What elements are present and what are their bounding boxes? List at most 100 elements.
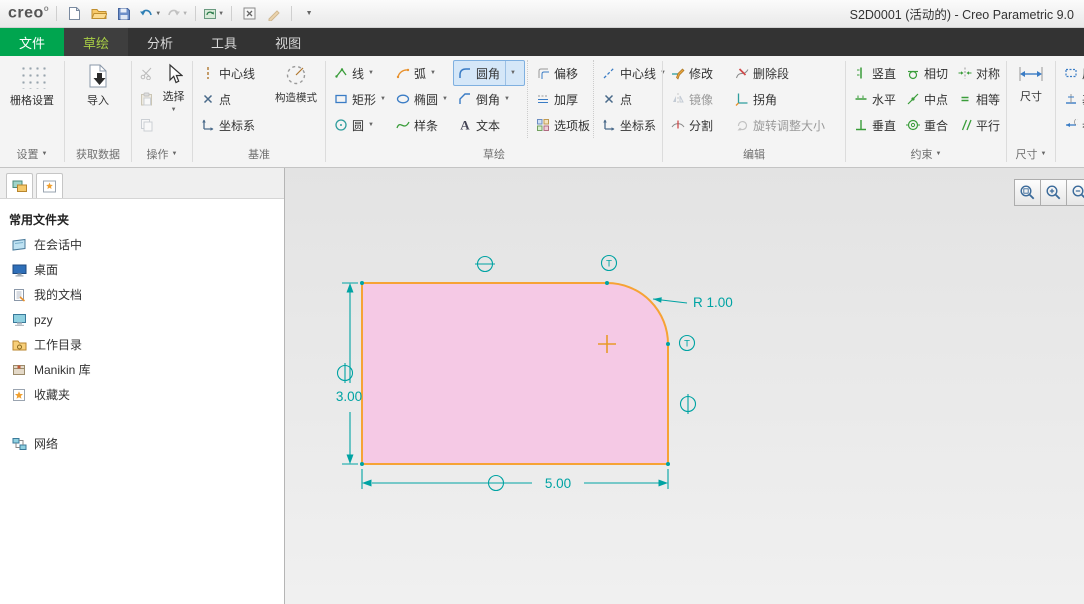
import-button[interactable]: 导入 [70,60,126,108]
chevron-down-icon: ▼ [41,151,48,157]
constraint-midpoint-button[interactable]: 中点 [901,86,953,112]
datum-point-button[interactable]: 点 [196,86,270,112]
redo-button[interactable]: ▼ [166,4,188,24]
reference-dimension-button[interactable]: ( )参 [1059,112,1084,138]
constraint-perpendicular-button[interactable]: 垂直 [849,112,901,138]
group-label-constrain[interactable]: 约束 ▼ [846,141,1006,167]
working-directory-icon [11,338,27,352]
cut-button[interactable] [135,60,158,86]
copy-button[interactable] [135,112,158,138]
text-button[interactable]: A 文本 [453,112,525,138]
clipboard-icon [141,92,153,106]
open-icon [91,9,108,19]
baseline-dimension-button[interactable]: 基 [1059,86,1084,112]
constraint-tangent-button[interactable]: 相切 [901,60,953,86]
rectangle-button[interactable]: 矩形 ▼ [329,86,391,112]
rotate-resize-button[interactable]: 旋转调整大小 [730,112,840,138]
construction-mode-button[interactable]: 构造模式 [270,60,322,105]
select-button[interactable]: 选择 ▼ [158,60,189,113]
tab-folder-browser[interactable] [36,173,63,198]
constraint-horizontal-button[interactable]: 水平 [849,86,901,112]
undo-button[interactable]: ▼ [139,4,161,24]
offset-button[interactable]: 偏移 [531,60,591,86]
perimeter-icon [1065,68,1077,78]
constraint-parallel-button[interactable]: 平行 [953,112,1005,138]
group-label-operations[interactable]: 操作 ▼ [132,141,192,167]
height-dimension[interactable]: 3.00 [336,282,362,465]
folder-item-desktop[interactable]: 桌面 [0,257,284,282]
parallel-constraint-icon [961,119,972,131]
zoom-box-icon [1020,185,1035,200]
sketch-shape[interactable] [361,282,669,465]
datum-csys-button[interactable]: 坐标系 [196,112,270,138]
group-label-datum: 基准 [248,149,270,161]
mirror-icon [673,93,684,105]
mirror-button[interactable]: 镜像 [666,86,730,112]
grid-settings-button[interactable]: 栅格设置 [4,60,60,108]
folder-item-manikin-library[interactable]: Manikin 库 [0,357,284,382]
folder-item-network[interactable]: 网络 [0,431,284,456]
tab-view[interactable]: 视图 [256,28,320,56]
line-button[interactable]: 线 ▼ [329,60,391,86]
navigator-panel: 常用文件夹 在会话中 桌面 我的文档 pzy 工作目录 Manikin 库 收藏… [0,168,285,604]
zoom-box-button[interactable] [1014,179,1041,206]
tab-model-tree[interactable] [6,173,33,198]
save-icon [118,7,131,20]
group-label-settings[interactable]: 设置 ▼ [0,141,64,167]
circle-button[interactable]: 圆 ▼ [329,112,391,138]
tab-file[interactable]: 文件 [0,28,65,56]
model-display-button[interactable] [264,4,284,24]
toolbar-options-button[interactable]: ▼ [299,4,319,24]
point-icon [604,94,614,104]
new-file-button[interactable] [64,4,84,24]
constraint-coincident-button[interactable]: 重合 [901,112,953,138]
fillet-dropdown[interactable]: ▼ [504,61,516,85]
width-dimension[interactable]: 5.00 [361,469,669,491]
folder-item-in-session[interactable]: 在会话中 [0,232,284,257]
tab-analysis[interactable]: 分析 [128,28,192,56]
chevron-down-icon: ▼ [509,70,516,76]
tab-sketch[interactable]: 草绘 [64,28,129,56]
regenerate-button[interactable]: ▼ [203,4,224,24]
palette-button[interactable]: 选项板 [531,112,591,138]
perimeter-dimension-button[interactable]: 周 [1059,60,1084,86]
delete-segment-button[interactable]: 删除段 [730,60,840,86]
arc-button[interactable]: 弧 ▼ [391,60,453,86]
graphics-area[interactable]: T T 3.00 5.00 R 1.00 [285,168,1084,604]
chamfer-button[interactable]: 倒角 ▼ [453,86,525,112]
corner-button[interactable]: 拐角 [730,86,840,112]
dimension-button[interactable]: 尺寸 [1010,60,1052,104]
open-button[interactable] [89,4,109,24]
modify-button[interactable]: 修改 [666,60,730,86]
zoom-in-button[interactable] [1040,179,1067,206]
ellipse-button[interactable]: 椭圆 ▼ [391,86,453,112]
close-window-button[interactable] [239,4,259,24]
spline-button[interactable]: 样条 [391,112,453,138]
sketch-csys-button[interactable]: 坐标系 [597,112,659,138]
folder-item-label: 我的文档 [34,288,83,302]
save-button[interactable] [114,4,134,24]
divide-button[interactable]: 分割 [666,112,730,138]
folder-item-my-documents[interactable]: 我的文档 [0,282,284,307]
library-icon [11,363,27,377]
chevron-down-icon: ▼ [170,107,177,113]
zoom-out-button[interactable] [1066,179,1084,206]
constraint-symmetric-button[interactable]: 对称 [953,60,1005,86]
folder-section-header: 常用文件夹 [9,213,70,227]
folder-item-working-directory[interactable]: 工作目录 [0,332,284,357]
thicken-button[interactable]: 加厚 [531,86,591,112]
sketch-centerline-button[interactable]: 中心线▼ [597,60,666,86]
constraint-equal-button[interactable]: 相等 [953,86,1005,112]
fillet-button[interactable]: 圆角 ▼ [452,60,525,86]
paste-button[interactable] [135,86,158,112]
folder-item-favorites[interactable]: 收藏夹 [0,382,284,407]
radius-dimension[interactable]: R 1.00 [652,295,733,310]
tab-tools[interactable]: 工具 [192,28,256,56]
scissors-icon [140,67,151,80]
folder-item-pzy[interactable]: pzy [0,307,284,332]
datum-centerline-button[interactable]: 中心线 [196,60,270,86]
modify-icon [672,68,685,80]
constraint-vertical-button[interactable]: 竖直 [849,60,901,86]
group-label-dimension[interactable]: 尺寸 ▼ [1007,141,1055,167]
sketch-point-button[interactable]: 点 [597,86,659,112]
